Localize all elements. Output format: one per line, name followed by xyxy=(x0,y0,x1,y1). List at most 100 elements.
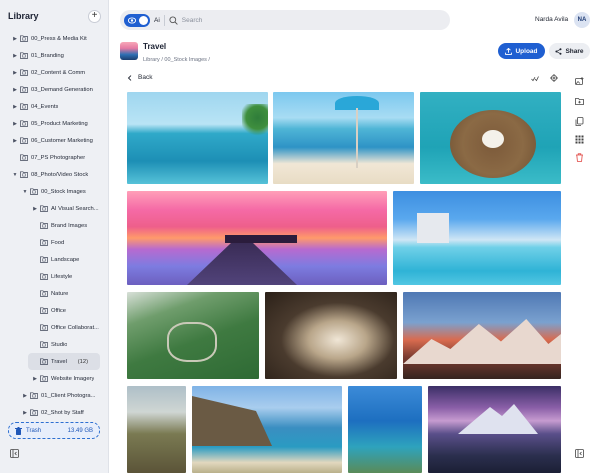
sidebar-item[interactable]: ▶07_PS Photographer xyxy=(0,149,109,166)
sidebar: Library + ▶ 00_Press & Media Kit ▶ 01_Brand… xyxy=(0,0,109,473)
grid-dots-icon[interactable] xyxy=(575,135,584,144)
sidebar-item[interactable]: ▼ 00_Stock Images xyxy=(0,183,109,200)
sidebar-item[interactable]: ▼ 08_Photo/Video Stock xyxy=(0,166,109,183)
share-label: Share xyxy=(565,47,584,55)
cliff xyxy=(192,396,272,446)
sidebar-item-label: 07_PS Photographer xyxy=(31,154,86,161)
image-resort-infinity-pool[interactable] xyxy=(393,191,561,285)
chevron-left-icon xyxy=(127,74,132,81)
sidebar-item-label: Lifestyle xyxy=(51,273,73,280)
image-beach-umbrella-loungers[interactable] xyxy=(273,92,414,184)
sidebar-item[interactable]: ▶ 01_Branding xyxy=(0,47,109,64)
sidebar-item-label: Travel xyxy=(51,358,67,365)
image-pier-sunset-huts[interactable] xyxy=(127,191,387,285)
chevron-down-icon[interactable]: ▼ xyxy=(22,189,28,195)
sidebar-item[interactable]: ▶Office Collaborat... xyxy=(0,319,109,336)
ai-toggle[interactable] xyxy=(124,13,150,27)
sidebar-item[interactable]: ▶ 02_Content & Comm xyxy=(0,64,109,81)
share-button[interactable]: Share xyxy=(549,43,590,59)
avatar[interactable]: NA xyxy=(574,12,590,28)
chevron-right-icon[interactable]: ▶ xyxy=(22,410,28,416)
sort-icon[interactable] xyxy=(531,75,539,82)
folder-thumbnail xyxy=(120,42,138,60)
plus-icon[interactable]: + xyxy=(88,9,101,23)
sidebar-item[interactable]: ▶ 01_Client Photogra... xyxy=(0,387,109,404)
sidebar-item-label: 04_Events xyxy=(31,103,59,110)
collapse-panel-icon[interactable] xyxy=(575,449,584,458)
chevron-right-icon[interactable]: ▶ xyxy=(12,53,18,59)
trash-button[interactable]: Trash 13.49 GB xyxy=(8,422,100,439)
chevron-right-icon[interactable]: ▶ xyxy=(22,393,28,399)
share-icon xyxy=(555,47,562,55)
sidebar-item-label: Food xyxy=(51,239,65,246)
chevron-right-icon[interactable]: ▶ xyxy=(32,206,38,212)
sidebar-item-label: AI Visual Search... xyxy=(51,205,99,212)
sidebar-item[interactable]: ▶ 00_Press & Media Kit xyxy=(0,30,109,47)
sidebar-item-label: 01_Client Photogra... xyxy=(41,392,96,399)
sidebar-item[interactable]: ▶ 02_Shot by Staff xyxy=(0,404,109,421)
upload-button[interactable]: Upload xyxy=(498,43,545,59)
sidebar-item[interactable]: ▶Office xyxy=(0,302,109,319)
sidebar-item[interactable]: ▶ 04_Events xyxy=(0,98,109,115)
sidebar-item-label: 01_Branding xyxy=(31,52,64,59)
image-green-hills[interactable] xyxy=(127,386,186,473)
chevron-right-icon[interactable]: ▶ xyxy=(12,104,18,110)
sidebar-item[interactable]: ▶ AI Visual Search... xyxy=(0,200,109,217)
folder-icon xyxy=(30,188,38,195)
sidebar-item-label: 06_Customer Marketing xyxy=(31,137,93,144)
image-woman-in-hat-hammock[interactable] xyxy=(420,92,561,184)
sidebar-item[interactable]: ▶ Website Imagery xyxy=(0,370,109,387)
collapse-sidebar-icon[interactable] xyxy=(10,449,19,458)
image-add-icon[interactable] xyxy=(575,77,584,86)
image-sea-cave-beach[interactable] xyxy=(265,292,397,379)
chevron-right-icon[interactable]: ▶ xyxy=(12,121,18,127)
image-mountain-lake-night[interactable] xyxy=(428,386,561,473)
search-input[interactable] xyxy=(181,16,432,24)
sidebar-item[interactable]: ▶ 06_Customer Marketing xyxy=(0,132,109,149)
sidebar-item[interactable]: ▶Travel(12) xyxy=(28,353,100,370)
breadcrumb[interactable]: Library / 00_Stock Images / xyxy=(143,57,210,63)
sidebar-item-label: Office xyxy=(51,307,67,314)
gear-icon[interactable] xyxy=(550,74,558,82)
chevron-right-icon[interactable]: ▶ xyxy=(12,70,18,76)
chevron-right-icon[interactable]: ▶ xyxy=(12,87,18,93)
folder-icon xyxy=(40,290,48,297)
image-infinity-pool-couple[interactable] xyxy=(127,92,268,184)
image-coastal-cliffs[interactable] xyxy=(192,386,342,473)
sidebar-item[interactable]: ▶Nature xyxy=(0,285,109,302)
copy-icon[interactable] xyxy=(575,117,584,126)
sidebar-item[interactable]: ▶Food xyxy=(0,234,109,251)
item-count: (12) xyxy=(77,358,88,365)
folder-icon xyxy=(20,69,28,76)
sidebar-item-label: 05_Product Marketing xyxy=(31,120,88,127)
image-winding-mountain-road[interactable] xyxy=(127,292,259,379)
folder-icon xyxy=(40,324,48,331)
sidebar-item[interactable]: ▶ 03_Demand Generation xyxy=(0,81,109,98)
sidebar-item[interactable]: ▶Studio xyxy=(0,336,109,353)
chevron-right-icon[interactable]: ▶ xyxy=(12,138,18,144)
sidebar-item-label: 02_Content & Comm xyxy=(31,69,86,76)
toggle-knob xyxy=(139,15,148,25)
sidebar-item-label: Studio xyxy=(51,341,68,348)
folder-icon xyxy=(40,256,48,263)
trash-icon[interactable] xyxy=(575,153,584,162)
sidebar-item[interactable]: ▶Brand Images xyxy=(0,217,109,234)
hat xyxy=(482,130,504,148)
folder-icon xyxy=(20,120,28,127)
sidebar-item-label: 02_Shot by Staff xyxy=(41,409,84,416)
chevron-right-icon[interactable]: ▶ xyxy=(12,36,18,42)
folder-tree: ▶ 00_Press & Media Kit ▶ 01_Branding ▶ 02_Con… xyxy=(0,30,109,421)
chevron-right-icon[interactable]: ▶ xyxy=(32,376,38,382)
sidebar-item[interactable]: ▶Lifestyle xyxy=(0,268,109,285)
sidebar-item[interactable]: ▶ 05_Product Marketing xyxy=(0,115,109,132)
back-button[interactable]: Back xyxy=(127,74,152,81)
page-title: Travel xyxy=(143,42,167,51)
eye-icon xyxy=(128,16,136,24)
image-snowy-mountain-peaks[interactable] xyxy=(403,292,561,379)
folder-icon xyxy=(30,409,38,416)
folder-add-icon[interactable] xyxy=(575,97,584,106)
sidebar-item[interactable]: ▶Landscape xyxy=(0,251,109,268)
image-tropical-bay-aerial[interactable] xyxy=(348,386,422,473)
chevron-down-icon[interactable]: ▼ xyxy=(12,172,18,178)
sidebar-header: Library + xyxy=(8,8,101,24)
